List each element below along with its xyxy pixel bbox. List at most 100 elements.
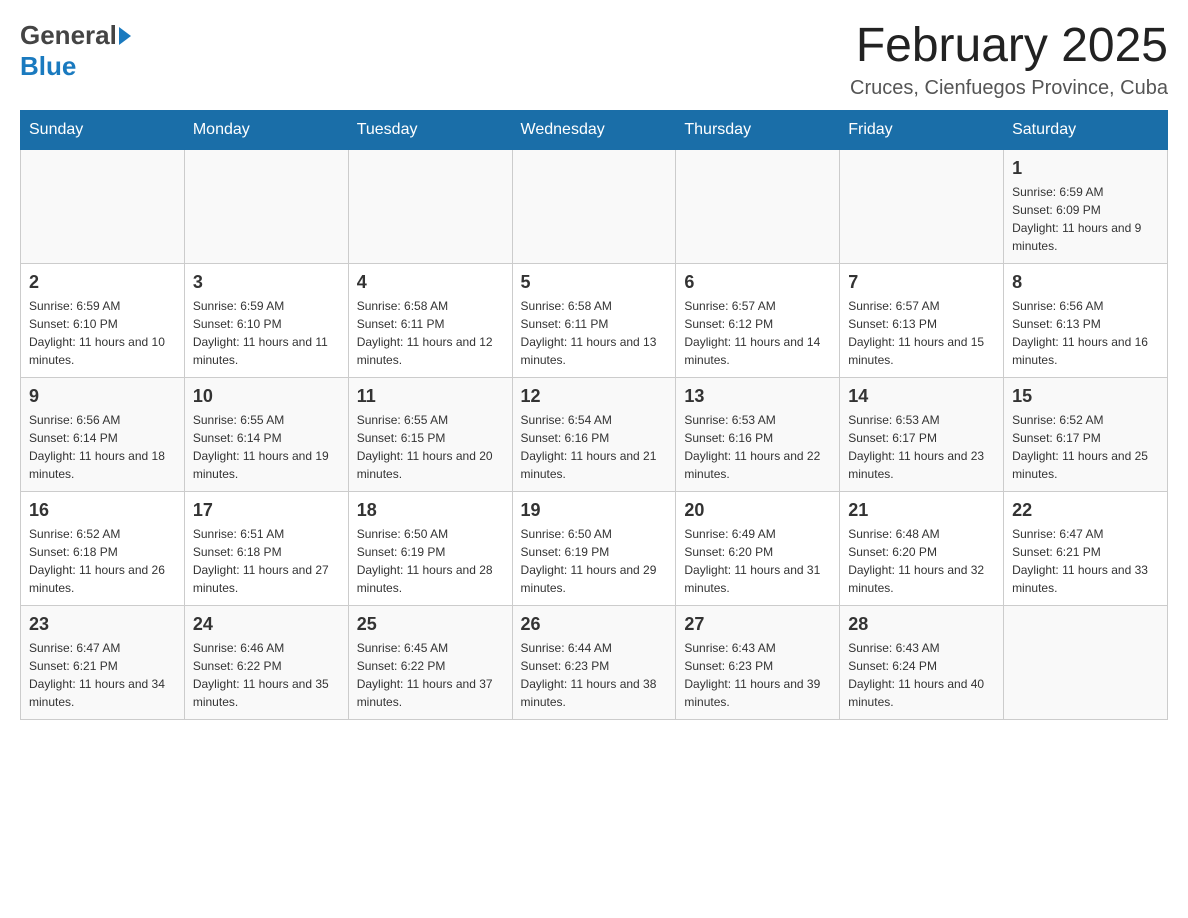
calendar-cell: 10 Sunrise: 6:55 AMSunset: 6:14 PMDayligh… <box>184 377 348 491</box>
day-info: Sunrise: 6:57 AMSunset: 6:13 PMDaylight:… <box>848 297 995 369</box>
calendar-cell: 28 Sunrise: 6:43 AMSunset: 6:24 PMDayligh… <box>840 605 1004 719</box>
calendar-cell: 26 Sunrise: 6:44 AMSunset: 6:23 PMDayligh… <box>512 605 676 719</box>
header-monday: Monday <box>184 110 348 149</box>
day-number: 22 <box>1012 500 1159 521</box>
calendar-cell <box>840 149 1004 263</box>
day-info: Sunrise: 6:46 AMSunset: 6:22 PMDaylight:… <box>193 639 340 711</box>
header-tuesday: Tuesday <box>348 110 512 149</box>
calendar-cell: 24 Sunrise: 6:46 AMSunset: 6:22 PMDayligh… <box>184 605 348 719</box>
day-info: Sunrise: 6:43 AMSunset: 6:24 PMDaylight:… <box>848 639 995 711</box>
calendar-week-row: 23 Sunrise: 6:47 AMSunset: 6:21 PMDayligh… <box>21 605 1168 719</box>
day-number: 15 <box>1012 386 1159 407</box>
day-number: 6 <box>684 272 831 293</box>
calendar-cell <box>184 149 348 263</box>
day-number: 8 <box>1012 272 1159 293</box>
page-header: General Blue February 2025 Cruces, Cienf… <box>20 20 1168 100</box>
day-info: Sunrise: 6:43 AMSunset: 6:23 PMDaylight:… <box>684 639 831 711</box>
title-area: February 2025 Cruces, Cienfuegos Provinc… <box>850 20 1168 100</box>
day-number: 26 <box>521 614 668 635</box>
calendar-cell <box>676 149 840 263</box>
calendar-cell: 6 Sunrise: 6:57 AMSunset: 6:12 PMDaylight… <box>676 263 840 377</box>
calendar-cell: 1 Sunrise: 6:59 AMSunset: 6:09 PMDaylight… <box>1004 149 1168 263</box>
calendar-cell: 8 Sunrise: 6:56 AMSunset: 6:13 PMDaylight… <box>1004 263 1168 377</box>
calendar-cell: 9 Sunrise: 6:56 AMSunset: 6:14 PMDaylight… <box>21 377 185 491</box>
calendar-cell: 20 Sunrise: 6:49 AMSunset: 6:20 PMDayligh… <box>676 491 840 605</box>
header-friday: Friday <box>840 110 1004 149</box>
calendar-cell: 17Sunrise: 6:51 AMSunset: 6:18 PMDayligh… <box>184 491 348 605</box>
calendar-cell <box>1004 605 1168 719</box>
day-info: Sunrise: 6:44 AMSunset: 6:23 PMDaylight:… <box>521 639 668 711</box>
day-info: Sunrise: 6:47 AMSunset: 6:21 PMDaylight:… <box>29 639 176 711</box>
day-number: 4 <box>357 272 504 293</box>
day-number: 24 <box>193 614 340 635</box>
day-number: 18 <box>357 500 504 521</box>
calendar-header-row: Sunday Monday Tuesday Wednesday Thursday… <box>21 110 1168 149</box>
calendar-cell: 13 Sunrise: 6:53 AMSunset: 6:16 PMDayligh… <box>676 377 840 491</box>
day-number: 3 <box>193 272 340 293</box>
header-sunday: Sunday <box>21 110 185 149</box>
calendar-cell: 7 Sunrise: 6:57 AMSunset: 6:13 PMDaylight… <box>840 263 1004 377</box>
day-info: Sunrise: 6:59 AMSunset: 6:10 PMDaylight:… <box>29 297 176 369</box>
calendar-cell <box>512 149 676 263</box>
calendar-week-row: 16Sunrise: 6:52 AMSunset: 6:18 PMDayligh… <box>21 491 1168 605</box>
day-info: Sunrise: 6:53 AMSunset: 6:17 PMDaylight:… <box>848 411 995 483</box>
day-number: 27 <box>684 614 831 635</box>
calendar-cell <box>348 149 512 263</box>
header-wednesday: Wednesday <box>512 110 676 149</box>
calendar-cell: 4 Sunrise: 6:58 AMSunset: 6:11 PMDaylight… <box>348 263 512 377</box>
day-number: 16 <box>29 500 176 521</box>
calendar-cell: 12Sunrise: 6:54 AMSunset: 6:16 PMDayligh… <box>512 377 676 491</box>
day-number: 17 <box>193 500 340 521</box>
day-info: Sunrise: 6:58 AMSunset: 6:11 PMDaylight:… <box>357 297 504 369</box>
calendar-week-row: 9 Sunrise: 6:56 AMSunset: 6:14 PMDaylight… <box>21 377 1168 491</box>
day-info: Sunrise: 6:50 AMSunset: 6:19 PMDaylight:… <box>521 525 668 597</box>
calendar-cell: 14 Sunrise: 6:53 AMSunset: 6:17 PMDayligh… <box>840 377 1004 491</box>
day-info: Sunrise: 6:59 AMSunset: 6:09 PMDaylight:… <box>1012 183 1159 255</box>
calendar-cell: 15 Sunrise: 6:52 AMSunset: 6:17 PMDayligh… <box>1004 377 1168 491</box>
calendar-cell: 19 Sunrise: 6:50 AMSunset: 6:19 PMDayligh… <box>512 491 676 605</box>
day-number: 5 <box>521 272 668 293</box>
day-number: 13 <box>684 386 831 407</box>
calendar-cell: 11Sunrise: 6:55 AMSunset: 6:15 PMDayligh… <box>348 377 512 491</box>
calendar-cell: 27 Sunrise: 6:43 AMSunset: 6:23 PMDayligh… <box>676 605 840 719</box>
day-number: 10 <box>193 386 340 407</box>
calendar-cell: 16Sunrise: 6:52 AMSunset: 6:18 PMDayligh… <box>21 491 185 605</box>
day-info: Sunrise: 6:56 AMSunset: 6:13 PMDaylight:… <box>1012 297 1159 369</box>
calendar-cell: 2 Sunrise: 6:59 AMSunset: 6:10 PMDaylight… <box>21 263 185 377</box>
day-number: 2 <box>29 272 176 293</box>
calendar-cell: 23 Sunrise: 6:47 AMSunset: 6:21 PMDayligh… <box>21 605 185 719</box>
day-info: Sunrise: 6:53 AMSunset: 6:16 PMDaylight:… <box>684 411 831 483</box>
logo-arrow-icon <box>119 27 131 45</box>
day-number: 14 <box>848 386 995 407</box>
day-info: Sunrise: 6:47 AMSunset: 6:21 PMDaylight:… <box>1012 525 1159 597</box>
day-number: 9 <box>29 386 176 407</box>
calendar-table: Sunday Monday Tuesday Wednesday Thursday… <box>20 110 1168 720</box>
day-info: Sunrise: 6:48 AMSunset: 6:20 PMDaylight:… <box>848 525 995 597</box>
day-number: 1 <box>1012 158 1159 179</box>
day-number: 12 <box>521 386 668 407</box>
day-info: Sunrise: 6:56 AMSunset: 6:14 PMDaylight:… <box>29 411 176 483</box>
calendar-cell: 5Sunrise: 6:58 AMSunset: 6:11 PMDaylight… <box>512 263 676 377</box>
calendar-cell: 22 Sunrise: 6:47 AMSunset: 6:21 PMDayligh… <box>1004 491 1168 605</box>
logo: General Blue <box>20 20 131 82</box>
day-info: Sunrise: 6:52 AMSunset: 6:17 PMDaylight:… <box>1012 411 1159 483</box>
day-number: 23 <box>29 614 176 635</box>
day-info: Sunrise: 6:45 AMSunset: 6:22 PMDaylight:… <box>357 639 504 711</box>
day-number: 19 <box>521 500 668 521</box>
calendar-week-row: 2 Sunrise: 6:59 AMSunset: 6:10 PMDaylight… <box>21 263 1168 377</box>
day-number: 28 <box>848 614 995 635</box>
calendar-cell: 3 Sunrise: 6:59 AMSunset: 6:10 PMDaylight… <box>184 263 348 377</box>
logo-general-text: General <box>20 20 117 51</box>
header-thursday: Thursday <box>676 110 840 149</box>
day-info: Sunrise: 6:59 AMSunset: 6:10 PMDaylight:… <box>193 297 340 369</box>
day-info: Sunrise: 6:57 AMSunset: 6:12 PMDaylight:… <box>684 297 831 369</box>
day-number: 20 <box>684 500 831 521</box>
logo-blue-text: Blue <box>20 51 76 81</box>
day-info: Sunrise: 6:55 AMSunset: 6:14 PMDaylight:… <box>193 411 340 483</box>
day-number: 7 <box>848 272 995 293</box>
calendar-title: February 2025 <box>850 20 1168 73</box>
day-info: Sunrise: 6:49 AMSunset: 6:20 PMDaylight:… <box>684 525 831 597</box>
day-info: Sunrise: 6:55 AMSunset: 6:15 PMDaylight:… <box>357 411 504 483</box>
calendar-cell: 18Sunrise: 6:50 AMSunset: 6:19 PMDayligh… <box>348 491 512 605</box>
calendar-week-row: 1 Sunrise: 6:59 AMSunset: 6:09 PMDaylight… <box>21 149 1168 263</box>
